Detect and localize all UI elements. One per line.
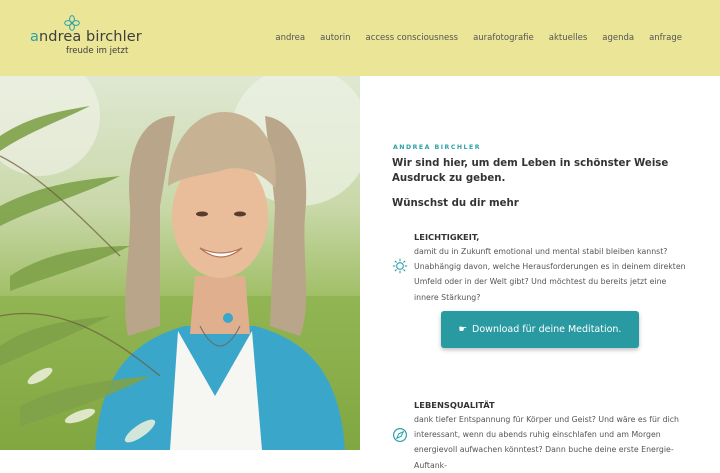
compass-icon: [393, 428, 407, 442]
feature-text: damit du in Zukunft emotional und mental…: [414, 247, 686, 302]
nav-item-andrea[interactable]: andrea: [275, 33, 305, 43]
download-meditation-button[interactable]: ☛ Download für deine Meditation.: [441, 311, 639, 348]
cta-label: Download für deine Meditation.: [472, 324, 622, 335]
logo-tagline: freude im jetzt: [66, 46, 129, 56]
feature-title: LEBENSQUALITÄT: [414, 400, 495, 410]
main-nav: andrea autorin access consciousness aura…: [260, 33, 682, 43]
feature-text: dank tiefer Entspannung für Körper und G…: [414, 415, 679, 470]
section-headline: Wir sind hier, um dem Leben in schönster…: [392, 158, 669, 184]
section-kicker: ANDREA BIRCHLER: [393, 144, 481, 151]
section-subheadline: Wünschst du dir mehr: [392, 198, 519, 209]
intro-section: ANDREA BIRCHLER Wir sind hier, um dem Le…: [360, 76, 720, 470]
logo-wordmark: andrea birchler: [30, 29, 142, 45]
portrait-illustration: [0, 76, 360, 450]
site-header: andrea birchler freude im jetzt andrea a…: [0, 0, 720, 76]
portrait-photo: [0, 76, 360, 450]
nav-item-autorin[interactable]: autorin: [320, 33, 350, 43]
site-logo[interactable]: andrea birchler freude im jetzt: [30, 14, 180, 64]
nav-item-aurafotografie[interactable]: aurafotografie: [473, 33, 534, 43]
feature-leichtigkeit: LEICHTIGKEIT, damit du in Zukunft emotio…: [392, 232, 692, 302]
feature-lebensqualitaet: LEBENSQUALITÄT dank tiefer Entspannung f…: [392, 400, 692, 470]
feature-title: LEICHTIGKEIT,: [414, 232, 480, 242]
nav-item-anfrage[interactable]: anfrage: [649, 33, 682, 43]
nav-item-agenda[interactable]: agenda: [602, 33, 634, 43]
pointing-hand-icon: ☛: [458, 324, 468, 335]
nav-item-access-consciousness[interactable]: access consciousness: [366, 33, 459, 43]
sun-gear-icon: [392, 258, 408, 274]
nav-item-aktuelles[interactable]: aktuelles: [549, 33, 587, 43]
